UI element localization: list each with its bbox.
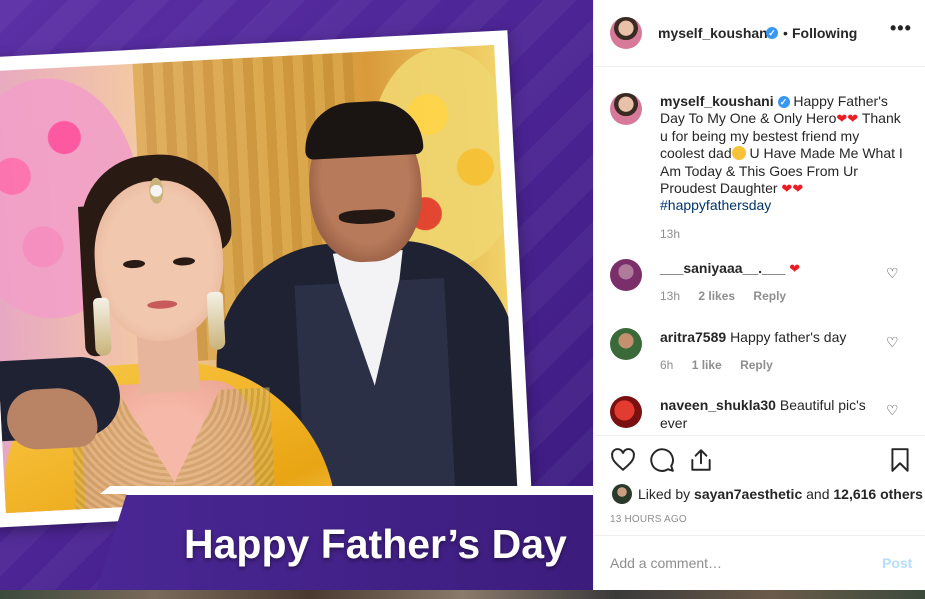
post-details-panel: myself_koushani ✓ • Following ••• myself… (593, 0, 925, 590)
comment-row: aritra7589 Happy father's day 6h 1 like … (594, 328, 925, 388)
caption-username[interactable]: myself_koushani (660, 93, 774, 109)
verified-badge-icon: ✓ (777, 96, 790, 109)
comment-time[interactable]: 13h (660, 289, 680, 303)
comment-meta: 6h 1 like Reply (660, 358, 788, 372)
bookmark-icon[interactable] (887, 447, 913, 473)
commenter-avatar[interactable] (610, 396, 642, 428)
photo-frame (0, 30, 532, 528)
share-upload-icon[interactable] (688, 447, 714, 473)
likes-summary: Liked by sayan7aesthetic and 12,616 othe… (638, 486, 923, 502)
comment-time[interactable]: 6h (660, 358, 673, 372)
heart-emoji-icon: ❤ (792, 181, 804, 197)
caption: myself_koushani ✓ Happy Father's Day To … (660, 93, 904, 215)
post-image[interactable]: Happy Father’s Day (0, 0, 593, 590)
comment-like-heart-icon[interactable]: ♡ (886, 402, 899, 419)
comment-like-heart-icon[interactable]: ♡ (886, 334, 899, 351)
liker-avatar[interactable] (612, 484, 632, 504)
following-button[interactable]: Following (792, 25, 857, 41)
commenter-avatar[interactable] (610, 328, 642, 360)
post-header: myself_koushani ✓ • Following ••• (594, 0, 925, 67)
likes-count[interactable]: 12,616 others (833, 486, 923, 502)
heart-emoji-icon: ❤ (781, 181, 793, 197)
liker-username[interactable]: sayan7aesthetic (694, 486, 802, 502)
comment-likes[interactable]: 2 likes (698, 289, 735, 303)
author-avatar[interactable] (610, 17, 642, 49)
hashtag-link[interactable]: #happyfathersday (660, 197, 771, 213)
comment-text: naveen_shukla30 Beautiful pic's ever (660, 397, 866, 431)
commenter-username[interactable]: naveen_shukla30 (660, 397, 776, 413)
heart-emoji-icon: ❤ (836, 111, 848, 127)
reply-button[interactable]: Reply (740, 358, 773, 372)
heart-outline-icon[interactable] (610, 447, 636, 473)
greeting-banner-text: Happy Father’s Day (184, 521, 567, 567)
heart-emoji-icon: ❤ (789, 261, 801, 276)
separator-dot: • (783, 25, 788, 41)
caption-avatar[interactable] (610, 93, 642, 125)
reply-button[interactable]: Reply (753, 289, 786, 303)
add-comment-bar: Post (594, 535, 925, 591)
earring-right (206, 291, 226, 351)
hugging-emoji-icon (731, 146, 746, 161)
more-options-icon[interactable]: ••• (890, 18, 912, 39)
comment-text: ___saniyaaa__.___ ❤ (660, 259, 884, 278)
caption-timestamp[interactable]: 13h (660, 227, 680, 241)
comment-row: naveen_shukla30 Beautiful pic's ever ♡ (594, 396, 925, 435)
post-comment-button[interactable]: Post (882, 555, 912, 571)
photo (0, 44, 518, 514)
commenter-avatar[interactable] (610, 259, 642, 291)
comment-input[interactable] (610, 551, 860, 575)
action-bar: Liked by sayan7aesthetic and 12,616 othe… (594, 435, 925, 536)
commenter-username[interactable]: ___saniyaaa__.___ (660, 260, 785, 276)
comment-row: ___saniyaaa__.___ ❤ 13h 2 likes Reply ♡ (594, 259, 925, 319)
post-timestamp[interactable]: 13 HOURS AGO (610, 514, 687, 525)
comment-text: aritra7589 Happy father's day (660, 329, 847, 345)
comment-bubble-icon[interactable] (649, 447, 675, 473)
background-thumbnails (0, 590, 925, 599)
author-username[interactable]: myself_koushani (658, 25, 772, 41)
heart-emoji-icon: ❤ (847, 111, 859, 127)
comment-like-heart-icon[interactable]: ♡ (886, 265, 899, 282)
comments-section[interactable]: myself_koushani ✓ Happy Father's Day To … (594, 67, 925, 435)
comment-meta: 13h 2 likes Reply (660, 289, 801, 303)
comment-likes[interactable]: 1 like (692, 358, 722, 372)
commenter-username[interactable]: aritra7589 (660, 329, 726, 345)
earring-left (92, 297, 112, 357)
verified-badge-icon: ✓ (766, 27, 778, 39)
